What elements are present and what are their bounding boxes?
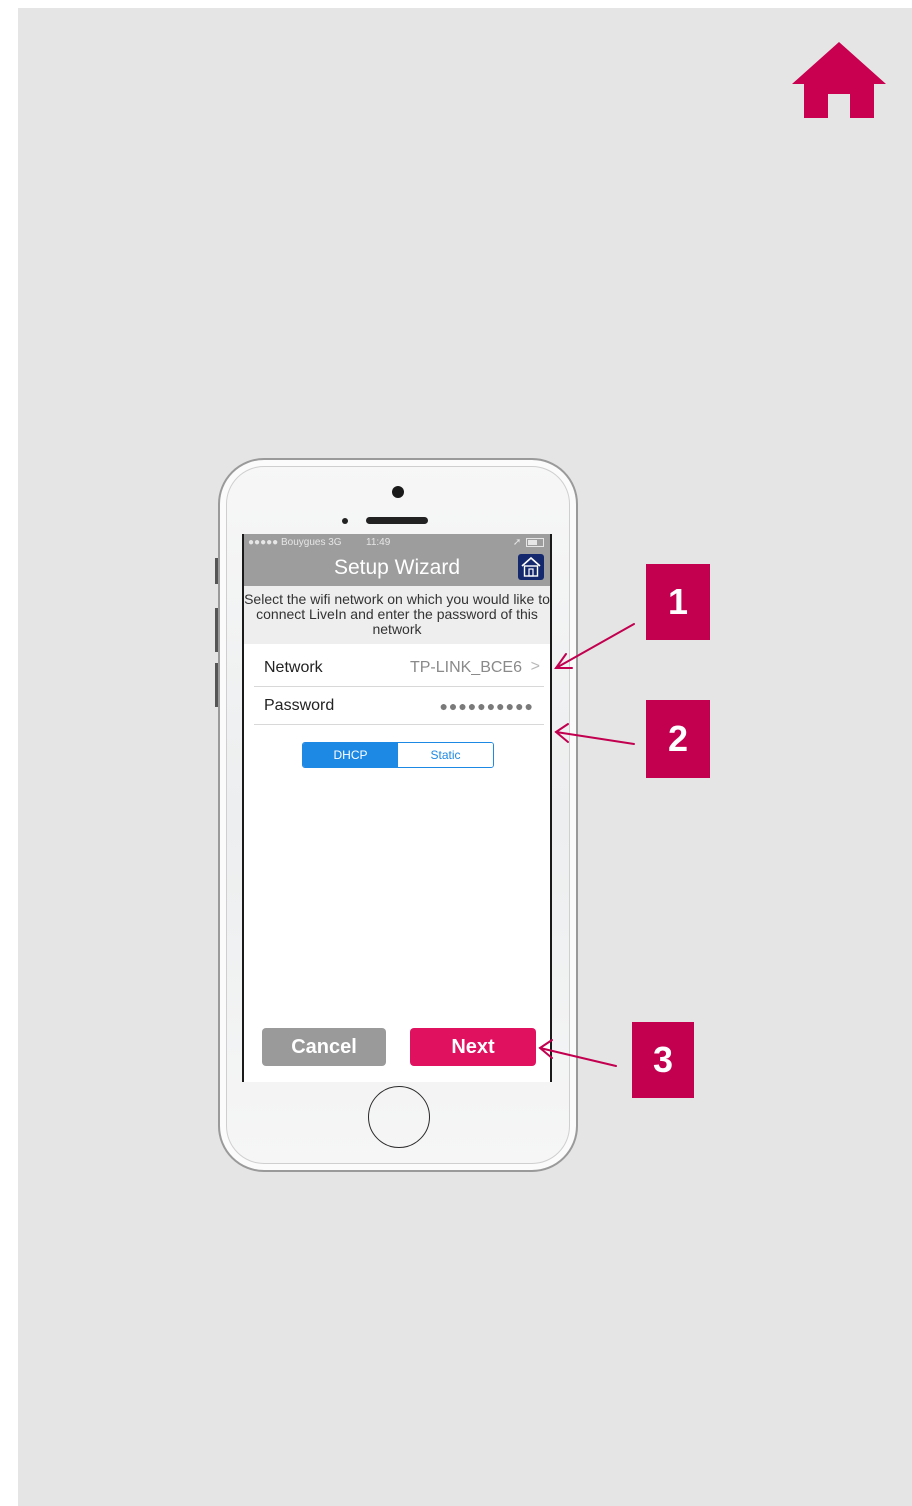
chevron-right-icon: > bbox=[530, 658, 540, 675]
callout-badge-3: 3 bbox=[632, 1022, 694, 1098]
home-icon[interactable] bbox=[790, 40, 888, 120]
status-time: 11:49 bbox=[366, 537, 391, 548]
home-icon[interactable] bbox=[518, 554, 544, 580]
phone-screen: ●●●●● Bouygues 3G 11:49 ➚ Setup Wizard S… bbox=[242, 534, 552, 1082]
password-label: Password bbox=[264, 697, 335, 714]
status-bar: ●●●●● Bouygues 3G 11:49 ➚ bbox=[248, 537, 544, 551]
phone-mockup: ●●●●● Bouygues 3G 11:49 ➚ Setup Wizard S… bbox=[215, 458, 578, 1172]
proximity-sensor bbox=[342, 518, 348, 524]
next-button[interactable]: Next bbox=[410, 1028, 536, 1066]
segment-dhcp[interactable]: DHCP bbox=[303, 743, 398, 767]
mute-switch bbox=[215, 558, 218, 584]
segment-static[interactable]: Static bbox=[398, 743, 493, 767]
camera-icon bbox=[392, 486, 404, 498]
network-label: Network bbox=[264, 659, 323, 676]
speaker-grille bbox=[366, 517, 428, 524]
instructions-text: Select the wifi network on which you wou… bbox=[244, 586, 550, 644]
volume-up-button bbox=[215, 608, 218, 652]
phone-home-button[interactable] bbox=[368, 1086, 430, 1148]
callout-badge-1: 1 bbox=[646, 564, 710, 640]
volume-down-button bbox=[215, 663, 218, 707]
password-row[interactable]: Password ●●●●●●●●●● bbox=[254, 686, 544, 725]
app-header: ●●●●● Bouygues 3G 11:49 ➚ Setup Wizard bbox=[244, 534, 550, 586]
network-row[interactable]: Network TP-LINK_BCE6 > bbox=[254, 648, 544, 687]
carrier-label: ●●●●● Bouygues 3G bbox=[248, 537, 342, 548]
network-value: TP-LINK_BCE6 bbox=[409, 659, 522, 676]
battery-icon: ➚ bbox=[513, 537, 544, 548]
callout-badge-2: 2 bbox=[646, 700, 710, 778]
ip-mode-segmented-control: DHCP Static bbox=[302, 742, 494, 768]
page-title: Setup Wizard bbox=[333, 556, 461, 579]
cancel-button[interactable]: Cancel bbox=[262, 1028, 386, 1066]
password-field[interactable]: ●●●●●●●●●● bbox=[439, 698, 534, 714]
